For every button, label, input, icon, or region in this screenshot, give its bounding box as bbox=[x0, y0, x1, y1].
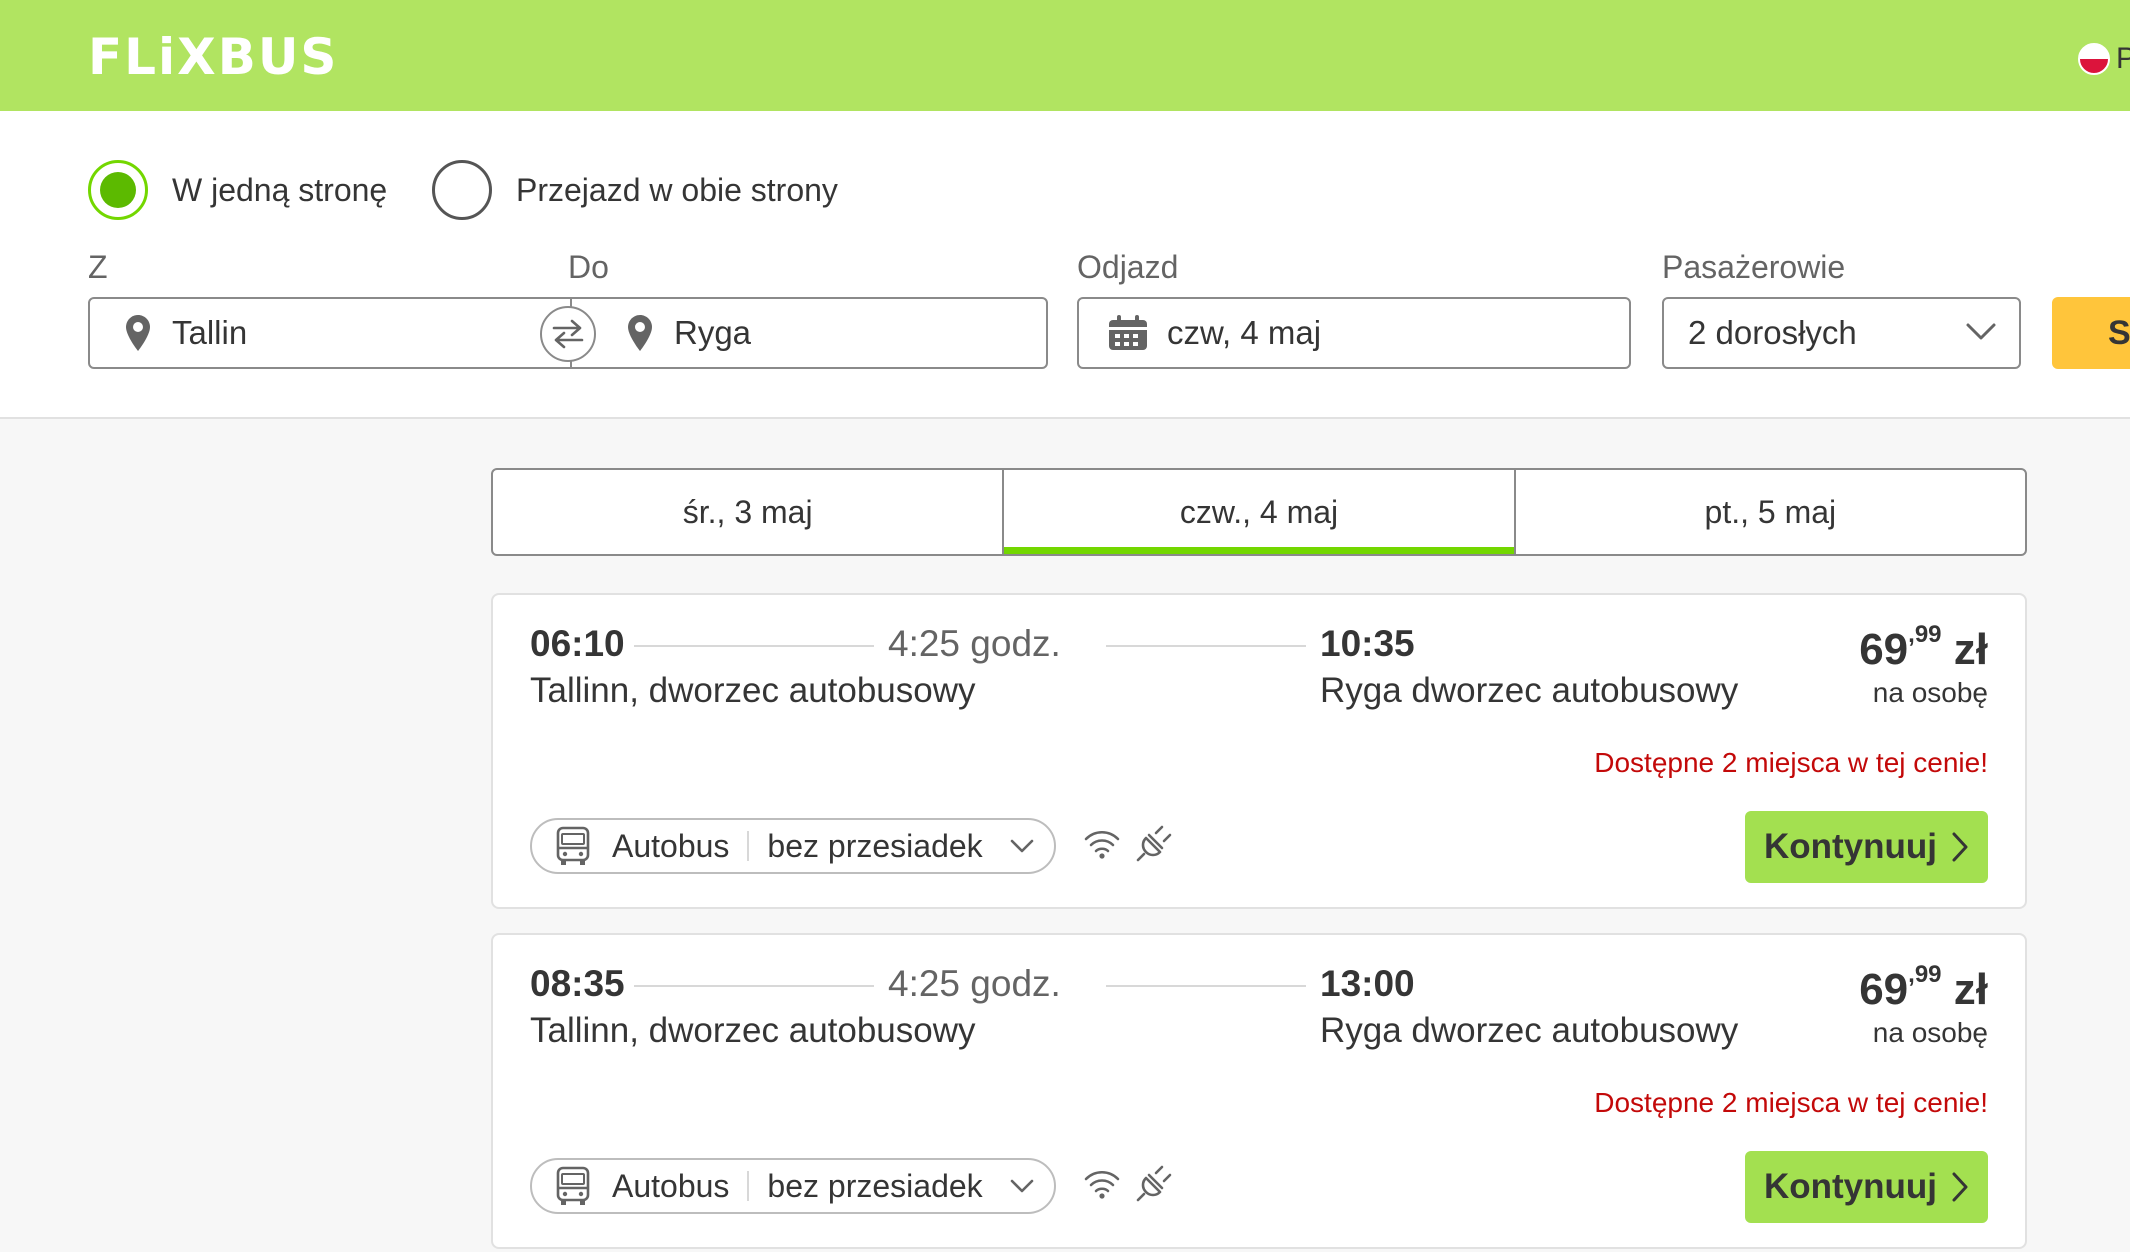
timeline-line bbox=[1106, 985, 1306, 987]
date-tab-prev[interactable]: śr., 3 maj bbox=[493, 470, 1005, 554]
departure-time: 08:35 bbox=[530, 963, 625, 1004]
swap-button[interactable] bbox=[540, 306, 596, 362]
continue-label: Kontynuuj bbox=[1763, 1167, 1938, 1206]
bus-icon bbox=[556, 826, 590, 865]
to-value: Ryga bbox=[674, 314, 752, 351]
wifi-icon bbox=[1084, 830, 1120, 859]
departure-date-value: czw, 4 maj bbox=[1167, 314, 1322, 351]
passengers-label: Pasażerowie bbox=[1662, 249, 1846, 285]
departure-station: Tallinn, dworzec autobusowy bbox=[530, 671, 976, 710]
ride-card: 08:35 4:25 godz. 13:00 Tallinn, dworzec … bbox=[491, 933, 2027, 1249]
continue-label: Kontynuuj bbox=[1763, 827, 1938, 866]
flixbus-logo[interactable]: FLiXBUS bbox=[88, 28, 338, 86]
location-pin-icon bbox=[628, 315, 652, 351]
language-selector[interactable]: PL bbox=[2078, 42, 2130, 76]
transfer-info: bez przesiadek bbox=[767, 827, 983, 864]
ride-details-toggle[interactable]: Autobus bez przesiadek bbox=[530, 818, 1056, 874]
radio-selected-icon[interactable] bbox=[88, 160, 148, 220]
passengers-select[interactable]: 2 dorosłych bbox=[1662, 297, 2021, 369]
poland-flag-icon bbox=[2078, 43, 2110, 75]
from-label: Z bbox=[88, 249, 108, 285]
arrival-station: Ryga dworzec autobusowy bbox=[1320, 1011, 1739, 1050]
chevron-down-icon bbox=[1010, 1179, 1033, 1193]
swap-icon bbox=[552, 319, 584, 349]
passengers-value: 2 dorosłych bbox=[1688, 314, 1857, 351]
price-per-person: na osobę bbox=[1872, 677, 1988, 708]
timeline-line bbox=[1106, 645, 1306, 647]
date-tabs: śr., 3 maj czw., 4 maj pt., 5 maj bbox=[491, 468, 2027, 556]
top-header: FLiXBUS PL bbox=[0, 0, 2130, 111]
continue-button[interactable]: Kontynuuj bbox=[1745, 1151, 1988, 1223]
timeline-line bbox=[634, 645, 874, 647]
arrival-time: 10:35 bbox=[1320, 623, 1415, 664]
chevron-right-icon bbox=[1952, 832, 1968, 862]
radio-unselected-icon[interactable] bbox=[432, 160, 492, 220]
bus-icon bbox=[556, 1166, 590, 1205]
calendar-icon bbox=[1109, 315, 1147, 350]
price-block: 69,99 zł na osobę bbox=[1859, 961, 1988, 1049]
radio-one-way-label: W jedną stronę bbox=[172, 171, 388, 208]
radio-round-trip[interactable]: Przejazd w obie strony bbox=[432, 160, 838, 220]
ride-details-toggle[interactable]: Autobus bez przesiadek bbox=[530, 1158, 1056, 1214]
price-value: 69,99 zł bbox=[1859, 621, 1988, 674]
timeline-line bbox=[634, 985, 874, 987]
departure-label: Odjazd bbox=[1077, 249, 1179, 285]
ride-duration: 4:25 godz. bbox=[888, 623, 1061, 664]
chevron-right-icon bbox=[1952, 1172, 1968, 1202]
to-label: Do bbox=[568, 249, 609, 285]
vehicle-type: Autobus bbox=[612, 1167, 730, 1204]
wifi-icon bbox=[1084, 1170, 1120, 1199]
radio-round-trip-label: Przejazd w obie strony bbox=[516, 171, 838, 208]
search-button[interactable]: S bbox=[2052, 297, 2130, 369]
chevron-down-icon bbox=[1966, 323, 1996, 340]
pill-divider bbox=[747, 1171, 750, 1201]
from-value: Tallin bbox=[172, 314, 248, 351]
arrival-time: 13:00 bbox=[1320, 963, 1415, 1004]
pill-divider bbox=[747, 831, 750, 861]
departure-station: Tallinn, dworzec autobusowy bbox=[530, 1011, 976, 1050]
vehicle-type: Autobus bbox=[612, 827, 730, 864]
price-per-person: na osobę bbox=[1872, 1017, 1988, 1048]
location-pin-icon bbox=[126, 315, 150, 351]
power-plug-icon bbox=[1136, 825, 1172, 862]
from-input[interactable]: Tallin bbox=[90, 299, 570, 367]
departure-date-input[interactable]: czw, 4 maj bbox=[1077, 297, 1631, 369]
ride-duration: 4:25 godz. bbox=[888, 963, 1061, 1004]
radio-one-way[interactable]: W jedną stronę bbox=[88, 160, 387, 220]
transfer-info: bez przesiadek bbox=[767, 1167, 983, 1204]
chevron-down-icon bbox=[1010, 839, 1033, 853]
departure-time: 06:10 bbox=[530, 623, 625, 664]
power-plug-icon bbox=[1136, 1165, 1172, 1202]
seats-available-notice: Dostępne 2 miejsca w tej cenie! bbox=[1594, 747, 1988, 778]
price-block: 69,99 zł na osobę bbox=[1859, 621, 1988, 709]
price-value: 69,99 zł bbox=[1859, 961, 1988, 1014]
continue-button[interactable]: Kontynuuj bbox=[1745, 811, 1988, 883]
ride-card: 06:10 4:25 godz. 10:35 Tallinn, dworzec … bbox=[491, 593, 2027, 909]
date-tab-next[interactable]: pt., 5 maj bbox=[1516, 470, 2025, 554]
language-code: PL bbox=[2116, 42, 2130, 75]
search-panel: W jedną stronę Przejazd w obie strony Z … bbox=[0, 111, 2130, 419]
date-tab-current[interactable]: czw., 4 maj bbox=[1004, 470, 1516, 554]
to-input[interactable]: Ryga bbox=[572, 299, 1046, 367]
arrival-station: Ryga dworzec autobusowy bbox=[1320, 671, 1739, 710]
seats-available-notice: Dostępne 2 miejsca w tej cenie! bbox=[1594, 1087, 1988, 1118]
